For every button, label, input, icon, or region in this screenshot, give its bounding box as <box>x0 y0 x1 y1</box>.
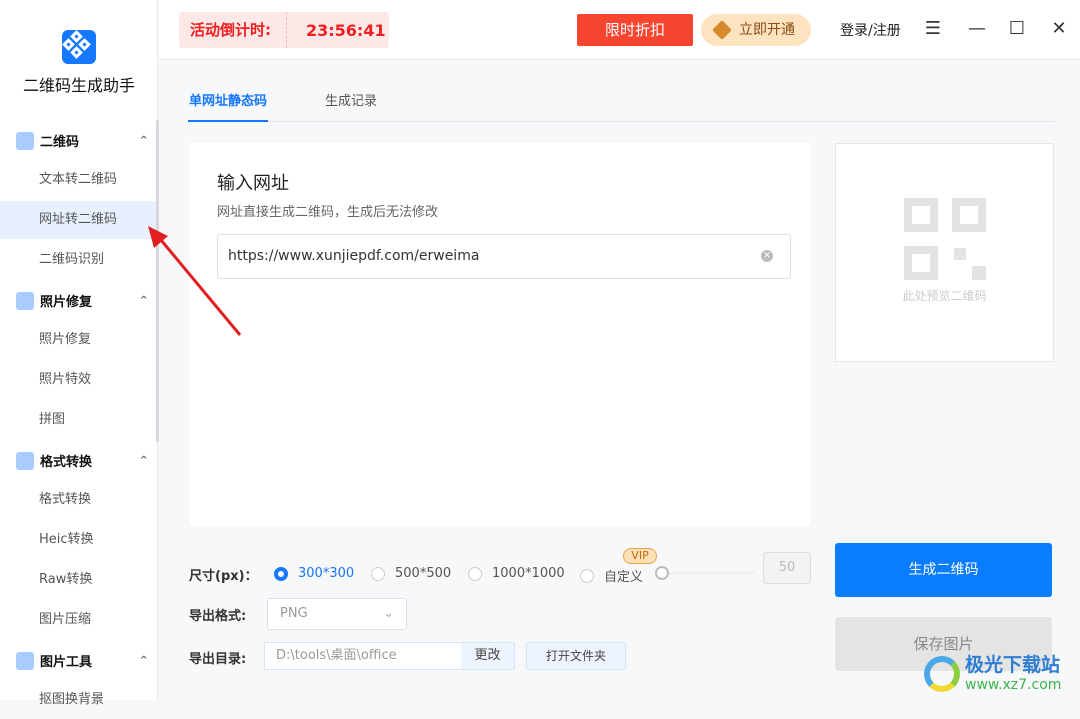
sidebar: 二维码生成助手 二维码 ^ 文本转二维码 网址转二维码 二维码识别 照片修复 ^ 照… <box>0 0 159 707</box>
watermark-logo: 极光下载站 www.xz7.com <box>920 650 1080 700</box>
slider-handle[interactable] <box>655 566 669 580</box>
sidebar-item-photo-effects[interactable]: 照片特效 <box>0 361 157 399</box>
qrcode-icon <box>16 131 34 150</box>
sidebar-item-raw[interactable]: Raw转换 <box>0 561 157 599</box>
sidebar-item-qr-recognize[interactable]: 二维码识别 <box>0 241 157 279</box>
vip-badge: VIP <box>623 548 657 564</box>
group-format-convert[interactable]: 格式转换 ^ <box>16 451 148 470</box>
sidebar-item-collage[interactable]: 拼图 <box>0 401 157 439</box>
qr-placeholder-icon <box>904 198 986 280</box>
card-title: 输入网址 <box>217 173 289 194</box>
sidebar-item-cutout[interactable]: 抠图换背景 <box>0 681 157 719</box>
countdown-value: 23:56:41 <box>306 20 386 40</box>
size-radio-500[interactable]: 500*500 <box>371 566 451 581</box>
sidebar-item-heic[interactable]: Heic转换 <box>0 521 157 559</box>
tab-history[interactable]: 生成记录 <box>325 90 377 109</box>
tab-bar: 单网址静态码 生成记录 <box>187 80 1055 122</box>
app-name: 二维码生成助手 <box>22 76 135 95</box>
red-arrow-annotation <box>148 226 242 336</box>
url-input[interactable]: https://www.xunjiepdf.com/erweima ✕ <box>217 234 791 279</box>
chevron-up-icon: ^ <box>139 135 148 146</box>
diamond-icon <box>712 20 732 40</box>
sidebar-item-text-to-qr[interactable]: 文本转二维码 <box>0 161 157 199</box>
url-input-card: 输入网址 网址直接生成二维码，生成后无法修改 https://www.xunji… <box>189 143 811 526</box>
change-dir-button[interactable]: 更改 <box>461 643 514 669</box>
generate-qr-button[interactable]: 生成二维码 <box>835 543 1052 597</box>
tab-single-url[interactable]: 单网址静态码 <box>187 90 269 122</box>
group-label: 照片修复 <box>40 295 93 310</box>
group-image-tools[interactable]: 图片工具 ^ <box>16 651 148 670</box>
vip-open-button[interactable]: 立即开通 <box>701 14 811 46</box>
group-label: 格式转换 <box>40 455 93 470</box>
group-label: 二维码 <box>40 135 80 150</box>
refresh-icon <box>16 451 34 470</box>
export-dir-input[interactable]: D:\tools\桌面\office 更改 <box>264 642 515 670</box>
custom-size-input[interactable]: 50 <box>763 552 811 584</box>
dir-label: 导出目录: <box>189 652 247 667</box>
top-bar: 活动倒计时: 23:56:41 限时折扣 立即开通 登录/注册 ☰ — ☐ ✕ <box>159 0 1080 60</box>
chevron-up-icon: ^ <box>139 455 148 466</box>
menu-icon[interactable]: ☰ <box>921 16 945 42</box>
format-select[interactable]: PNG ⌄ <box>267 598 407 630</box>
sidebar-item-url-to-qr[interactable]: 网址转二维码 <box>0 201 157 239</box>
close-icon[interactable]: ✕ <box>1047 16 1071 42</box>
size-radio-custom[interactable]: 自定义 <box>580 566 643 585</box>
sidebar-item-format-convert[interactable]: 格式转换 <box>0 481 157 519</box>
custom-size-slider[interactable] <box>655 566 755 580</box>
chevron-up-icon: ^ <box>139 655 148 666</box>
url-value: https://www.xunjiepdf.com/erweima <box>228 248 480 264</box>
chevron-down-icon: ⌄ <box>383 606 394 621</box>
format-label: 导出格式: <box>189 609 247 624</box>
preview-placeholder: 此处预览二维码 <box>902 289 987 303</box>
size-label: 尺寸(px)： <box>189 569 258 584</box>
open-folder-button[interactable]: 打开文件夹 <box>526 642 626 670</box>
card-subtitle: 网址直接生成二维码，生成后无法修改 <box>217 205 439 220</box>
discount-button[interactable]: 限时折扣 <box>577 14 693 46</box>
image-icon <box>16 651 34 670</box>
countdown-banner: 活动倒计时: 23:56:41 <box>179 12 389 48</box>
app-logo-icon <box>62 30 96 64</box>
minimize-icon[interactable]: — <box>965 16 989 42</box>
sidebar-item-photo-repair[interactable]: 照片修复 <box>0 321 157 359</box>
group-photo-repair[interactable]: 照片修复 ^ <box>16 291 148 310</box>
clear-icon[interactable]: ✕ <box>761 250 773 262</box>
group-qrcode[interactable]: 二维码 ^ <box>16 131 148 150</box>
sidebar-item-compress[interactable]: 图片压缩 <box>0 601 157 639</box>
qr-preview: 此处预览二维码 <box>835 143 1054 362</box>
size-radio-1000[interactable]: 1000*1000 <box>468 566 565 581</box>
maximize-icon[interactable]: ☐ <box>1005 16 1029 42</box>
group-label: 图片工具 <box>40 655 93 670</box>
vip-label: 立即开通 <box>739 22 795 38</box>
size-radio-300[interactable]: 300*300 <box>274 566 354 581</box>
login-register-link[interactable]: 登录/注册 <box>840 20 901 40</box>
countdown-label: 活动倒计时: <box>179 12 287 48</box>
photo-icon <box>16 291 34 310</box>
